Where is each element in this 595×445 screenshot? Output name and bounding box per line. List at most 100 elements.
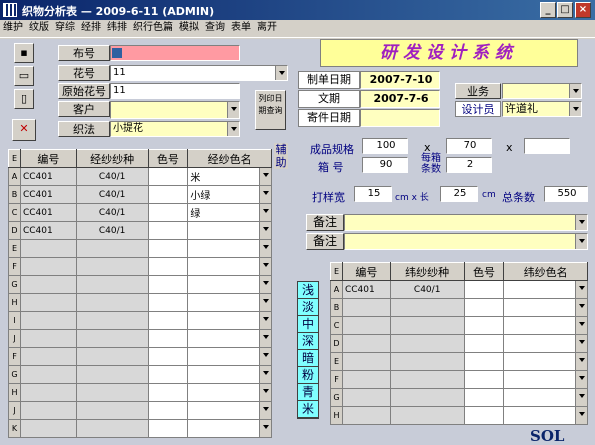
shade-item[interactable]: 粉 bbox=[298, 367, 318, 384]
warp-name-cell[interactable]: 绿 bbox=[187, 203, 272, 222]
delete-icon[interactable]: ✕ bbox=[12, 119, 36, 141]
chevron-down-icon[interactable] bbox=[259, 168, 271, 185]
shade-item[interactable]: 青 bbox=[298, 384, 318, 401]
weft-color-cell[interactable] bbox=[463, 316, 505, 335]
chevron-down-icon[interactable] bbox=[259, 276, 271, 293]
weft-name-cell[interactable] bbox=[503, 406, 588, 425]
weft-name-cell[interactable] bbox=[503, 388, 588, 407]
chevron-down-icon[interactable] bbox=[575, 215, 587, 230]
warp-name-cell[interactable] bbox=[187, 329, 272, 348]
weft-yarn-cell[interactable] bbox=[389, 352, 465, 371]
weft-yarn-cell[interactable] bbox=[389, 406, 465, 425]
warp-name-cell[interactable] bbox=[187, 257, 272, 276]
warp-color-cell[interactable] bbox=[147, 383, 189, 402]
warp-color-cell[interactable] bbox=[147, 257, 189, 276]
warp-no-cell[interactable] bbox=[19, 275, 77, 294]
warp-no-cell[interactable] bbox=[19, 347, 77, 366]
customer-combo[interactable] bbox=[110, 101, 240, 119]
chevron-down-icon[interactable] bbox=[259, 204, 271, 221]
menu-item-7[interactable]: 查询 bbox=[202, 20, 228, 36]
make-date-field[interactable]: 2007-7-10 bbox=[360, 71, 440, 89]
menu-item-3[interactable]: 经排 bbox=[78, 20, 104, 36]
warp-yarn-cell[interactable] bbox=[75, 275, 149, 294]
menu-item-5[interactable]: 织行色篇 bbox=[130, 20, 176, 36]
warp-name-cell[interactable] bbox=[187, 419, 272, 438]
weft-yarn-cell[interactable] bbox=[389, 316, 465, 335]
weft-name-cell[interactable] bbox=[503, 298, 588, 317]
warp-yarn-cell[interactable] bbox=[75, 329, 149, 348]
warp-no-cell[interactable] bbox=[19, 365, 77, 384]
menu-item-0[interactable]: 维护 bbox=[0, 20, 26, 36]
warp-no-cell[interactable] bbox=[19, 383, 77, 402]
weft-yarn-cell[interactable] bbox=[389, 334, 465, 353]
warp-name-cell[interactable]: 米 bbox=[187, 167, 272, 186]
menu-item-9[interactable]: 离开 bbox=[254, 20, 280, 36]
shade-item[interactable]: 浅 bbox=[298, 282, 318, 299]
weft-yarn-cell[interactable] bbox=[389, 388, 465, 407]
weft-no-cell[interactable] bbox=[341, 352, 391, 371]
warp-yarn-cell[interactable] bbox=[75, 383, 149, 402]
length-field[interactable]: 25 bbox=[440, 186, 478, 202]
shade-item[interactable]: 中 bbox=[298, 316, 318, 333]
weft-name-cell[interactable] bbox=[503, 334, 588, 353]
doc-date-field[interactable]: 2007-7-6 bbox=[360, 90, 440, 108]
weft-color-cell[interactable] bbox=[463, 406, 505, 425]
chevron-down-icon[interactable] bbox=[259, 222, 271, 239]
new-document-icon[interactable]: ▯ bbox=[14, 89, 34, 109]
shade-item[interactable]: 米 bbox=[298, 401, 318, 418]
warp-color-cell[interactable] bbox=[147, 221, 189, 240]
warp-no-cell[interactable] bbox=[19, 329, 77, 348]
chevron-down-icon[interactable] bbox=[575, 389, 587, 406]
chevron-down-icon[interactable] bbox=[275, 66, 287, 80]
warp-no-cell[interactable]: CC401 bbox=[19, 221, 77, 240]
chevron-down-icon[interactable] bbox=[259, 330, 271, 347]
warp-no-cell[interactable] bbox=[19, 293, 77, 312]
warp-yarn-cell[interactable] bbox=[75, 347, 149, 366]
send-date-field[interactable] bbox=[360, 109, 440, 127]
chevron-down-icon[interactable] bbox=[569, 102, 581, 116]
chevron-down-icon[interactable] bbox=[227, 122, 239, 136]
chevron-down-icon[interactable] bbox=[259, 420, 271, 437]
designer-combo[interactable]: 许道礼 bbox=[502, 101, 582, 117]
warp-yarn-cell[interactable] bbox=[75, 293, 149, 312]
warp-yarn-cell[interactable] bbox=[75, 239, 149, 258]
spec-height-field[interactable]: 70 bbox=[446, 138, 492, 154]
chevron-down-icon[interactable] bbox=[259, 186, 271, 203]
warp-color-cell[interactable] bbox=[147, 239, 189, 258]
warp-name-cell[interactable] bbox=[187, 365, 272, 384]
warp-color-cell[interactable] bbox=[147, 203, 189, 222]
warp-no-cell[interactable] bbox=[19, 419, 77, 438]
warp-color-cell[interactable] bbox=[147, 419, 189, 438]
weft-no-cell[interactable] bbox=[341, 406, 391, 425]
warp-name-cell[interactable] bbox=[187, 347, 272, 366]
note1-combo[interactable] bbox=[344, 214, 588, 231]
box-no-field[interactable]: 90 bbox=[362, 157, 408, 173]
weft-no-cell[interactable] bbox=[341, 370, 391, 389]
minimize-button[interactable]: _ bbox=[540, 2, 556, 18]
weft-color-cell[interactable] bbox=[463, 298, 505, 317]
weft-color-cell[interactable] bbox=[463, 370, 505, 389]
note2-combo[interactable] bbox=[344, 233, 588, 250]
chevron-down-icon[interactable] bbox=[259, 366, 271, 383]
business-combo[interactable] bbox=[502, 83, 582, 99]
weft-color-cell[interactable] bbox=[463, 280, 505, 299]
warp-no-cell[interactable]: CC401 bbox=[19, 203, 77, 222]
warp-yarn-cell[interactable] bbox=[75, 257, 149, 276]
warp-no-cell[interactable] bbox=[19, 239, 77, 258]
warp-name-cell[interactable] bbox=[187, 221, 272, 240]
total-field[interactable]: 550 bbox=[544, 186, 588, 202]
chevron-down-icon[interactable] bbox=[259, 402, 271, 419]
chevron-down-icon[interactable] bbox=[575, 299, 587, 316]
chevron-down-icon[interactable] bbox=[575, 371, 587, 388]
warp-color-cell[interactable] bbox=[147, 167, 189, 186]
orig-pattern-field[interactable]: 11 bbox=[110, 83, 240, 99]
weft-name-cell[interactable] bbox=[503, 316, 588, 335]
weft-color-cell[interactable] bbox=[463, 352, 505, 371]
warp-yarn-cell[interactable] bbox=[75, 311, 149, 330]
weft-name-cell[interactable] bbox=[503, 280, 588, 299]
warp-name-cell[interactable] bbox=[187, 275, 272, 294]
menu-item-4[interactable]: 纬排 bbox=[104, 20, 130, 36]
chevron-down-icon[interactable] bbox=[575, 317, 587, 334]
chevron-down-icon[interactable] bbox=[259, 240, 271, 257]
weft-color-cell[interactable] bbox=[463, 388, 505, 407]
